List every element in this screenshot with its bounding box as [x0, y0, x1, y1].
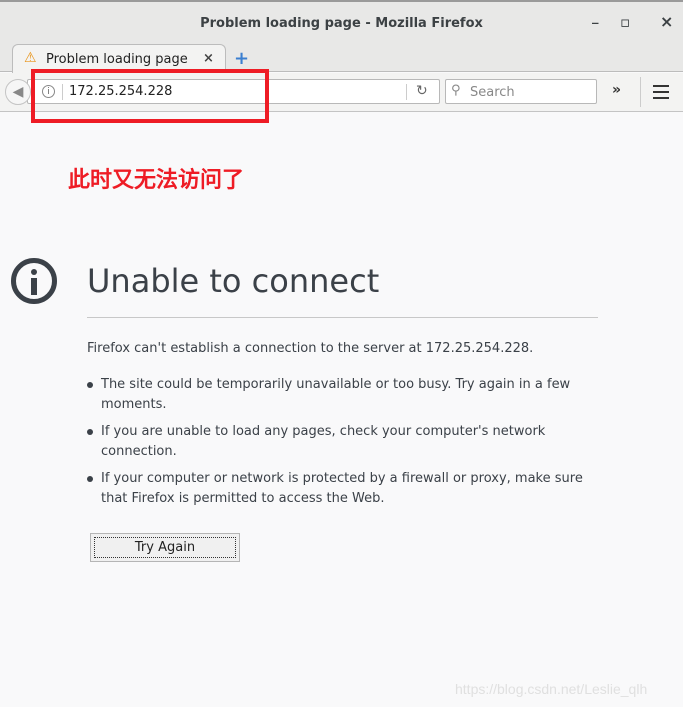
back-arrow-icon: ◀ [12, 84, 24, 100]
title-bar: Problem loading page - Mozilla Firefox _… [0, 0, 683, 44]
search-icon: ⚲ [451, 83, 461, 98]
search-placeholder: Search [470, 85, 515, 100]
reload-icon[interactable]: ↻ [416, 83, 428, 99]
warning-icon: ⚠ [24, 50, 37, 66]
annotation-highlight-box [31, 69, 269, 123]
suggestion-list: The site could be temporarily unavailabl… [87, 375, 597, 516]
new-tab-button[interactable]: + [234, 48, 249, 69]
error-description: Firefox can't establish a connection to … [87, 341, 534, 356]
window-title: Problem loading page - Mozilla Firefox [200, 16, 483, 31]
annotation-text: 此时又无法访问了 [68, 168, 245, 193]
overflow-button[interactable]: » [612, 82, 621, 98]
search-input[interactable]: ⚲ Search [445, 79, 597, 104]
list-item: If your computer or network is protected… [87, 469, 597, 509]
back-button[interactable]: ◀ [5, 79, 31, 105]
info-icon [11, 258, 57, 304]
watermark: https://blog.csdn.net/Leslie_qlh [455, 681, 648, 697]
minimize-button[interactable]: _ [592, 10, 599, 25]
tab-label: Problem loading page [46, 52, 188, 67]
divider [87, 317, 598, 318]
try-again-button[interactable]: Try Again [90, 533, 240, 562]
divider [640, 77, 641, 107]
divider [406, 84, 407, 100]
error-title: Unable to connect [87, 262, 380, 300]
list-item: If you are unable to load any pages, che… [87, 422, 597, 462]
close-button[interactable]: × [660, 12, 673, 31]
maximize-button[interactable]: ▫ [620, 13, 630, 31]
list-item: The site could be temporarily unavailabl… [87, 375, 597, 415]
hamburger-menu-icon[interactable] [653, 85, 669, 103]
tab-close-icon[interactable]: × [203, 51, 214, 66]
try-again-label: Try Again [94, 537, 236, 558]
tab-strip: ⚠ Problem loading page × [0, 44, 683, 73]
